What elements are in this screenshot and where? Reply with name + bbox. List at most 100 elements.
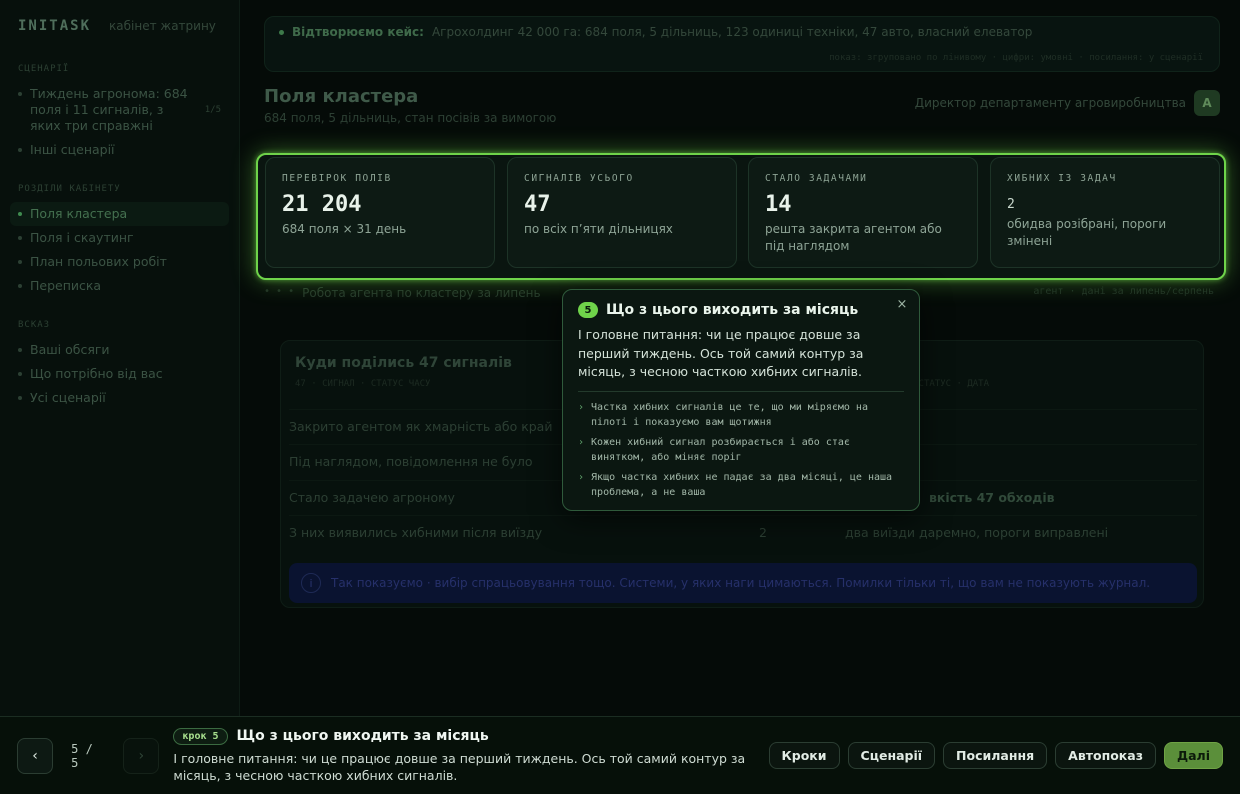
sidebar-item-label: Усі сценарії (30, 390, 106, 405)
bullet-icon (18, 348, 22, 352)
bullet-icon (18, 92, 22, 96)
banner-meta: показ: згруповано по лінивому · цифри: у… (829, 53, 1203, 63)
stat-label: Стало задачами (765, 173, 868, 184)
sidebar-item-count: 1/5 (204, 105, 221, 115)
run-meta: агент · дані за липень/серпень (1033, 286, 1214, 297)
page-header: Поля кластера 684 поля, 5 дільниць, стан… (264, 86, 1220, 125)
stat-value: 21 204 (282, 192, 362, 217)
stat-label: Хибних із задач (1007, 173, 1117, 184)
close-icon[interactable]: × (894, 297, 910, 313)
scenarios-button[interactable]: Сценарії (847, 742, 936, 769)
banner-text: Агрохолдинг 42 000 га: 684 поля, 5 дільн… (431, 25, 1033, 39)
stat-card-became-tasks: Стало задачами 14 решта закрита агентом … (748, 157, 978, 268)
sidebar-section-title: СЦЕНАРІЇ (18, 64, 70, 74)
brand-subtitle: кабінет жатрину (109, 19, 216, 33)
sidebar-item-label: Що потрібно від вас (30, 366, 163, 381)
sidebar-item-correspondence[interactable]: Переписка (10, 274, 229, 298)
run-title: Робота агента по кластеру за липень (302, 286, 541, 300)
chevron-right-icon: › (578, 401, 585, 413)
divider (578, 390, 904, 392)
popover-bullet: › Частка хибних сигналів це те, що ми мі… (578, 400, 904, 430)
bullet-icon (18, 236, 22, 240)
sidebar-item-other-scenarios[interactable]: Інші сценарії (10, 138, 229, 162)
autoplay-button[interactable]: Автопоказ (1055, 742, 1156, 769)
row-note: два виїзди даремно, пороги виправлені (845, 525, 1109, 540)
page-subtitle: 684 поля, 5 дільниць, стан посівів за ви… (264, 111, 557, 125)
bullet-icon (18, 260, 22, 264)
user-menu[interactable]: Директор департаменту агровиробництва А (915, 90, 1220, 116)
user-role: Директор департаменту агровиробництва (914, 96, 1186, 110)
popover-title: Що з цього виходить за місяць (606, 302, 859, 318)
sidebar-item-label: Поля і скаутинг (30, 230, 134, 245)
info-notice: i Так показуємо · вибір спрацьовування т… (289, 563, 1197, 603)
tour-bar: ‹ 5 / 5 › крок 5 Що з цього виходить за … (0, 716, 1240, 794)
sidebar-item-label: Інші сценарії (30, 142, 115, 157)
page-title: Поля кластера (264, 86, 419, 107)
bullet-icon (18, 396, 22, 400)
bullet-icon (18, 372, 22, 376)
bullet-icon (18, 148, 22, 152)
avatar[interactable]: А (1194, 90, 1220, 116)
steps-button[interactable]: Кроки (768, 742, 840, 769)
links-button[interactable]: Посилання (943, 742, 1048, 769)
panel-subhead-left: 47 · СИГНАЛ · СТАТУС ЧАСУ (295, 379, 431, 389)
sidebar-item-label: План польових робіт (30, 254, 167, 269)
stat-description: 684 поля × 31 день (282, 222, 407, 236)
popover-bullet: › Якщо частка хибних не падає за два міс… (578, 470, 904, 500)
stat-label: Сигналів усього (524, 173, 634, 184)
tour-popover: 5 Що з цього виходить за місяць × І голо… (562, 289, 920, 511)
sidebar-item-needs[interactable]: Що потрібно від вас (10, 362, 229, 386)
stat-card-signals-total: Сигналів усього 47 по всіх п’яти дільниц… (507, 157, 737, 268)
brand-logo[interactable]: INITASK (18, 18, 91, 34)
step-number-badge: 5 (578, 302, 598, 318)
bullet-text: Якщо частка хибних не падає за два місяц… (591, 471, 893, 498)
sidebar-item-field-plan[interactable]: План польових робіт (10, 250, 229, 274)
banner-label: Відтворюємо кейс: (292, 25, 424, 39)
stat-label: Перевірок полів (282, 173, 392, 184)
prev-step-button[interactable]: ‹ (17, 737, 54, 774)
sidebar: INITASK кабінет жатрину СЦЕНАРІЇ Тиждень… (0, 0, 240, 716)
sidebar-item-label: Переписка (30, 278, 102, 293)
stat-value: 2 (1007, 197, 1015, 212)
sidebar-section-title: ВСКАЗ (18, 320, 51, 330)
run-dots: • • • (264, 286, 295, 297)
next-step-arrow-button[interactable]: › (123, 737, 160, 774)
popover-bullet: › Кожен хибний сигнал розбирається і або… (578, 435, 904, 465)
chevron-right-icon: › (578, 471, 585, 483)
chevron-right-icon: › (578, 436, 585, 448)
sidebar-item-volumes[interactable]: Ваші обсяги (10, 338, 229, 362)
bullet-text: Частка хибних сигналів це те, що ми міря… (591, 401, 868, 428)
row-count: 2 (759, 525, 767, 540)
step-counter: 5 / 5 (71, 741, 93, 770)
sidebar-item-label: Тиждень агронома: 684 поля і 11 сигналів… (30, 86, 188, 133)
sidebar-item-fields-scouting[interactable]: Поля і скаутинг (10, 226, 229, 250)
sidebar-item-label: Поля кластера (30, 206, 128, 221)
stat-description: по всіх п’яти дільницях (524, 222, 673, 236)
stats-highlight: Перевірок полів 21 204 684 поля × 31 ден… (256, 153, 1226, 280)
next-button[interactable]: Далі (1163, 742, 1223, 769)
stat-value: 14 (765, 192, 792, 217)
sidebar-item-scenario-week[interactable]: Тиждень агронома: 684 поля і 11 сигналів… (10, 82, 229, 138)
status-dot-icon (279, 29, 284, 35)
stat-value: 47 (524, 192, 551, 217)
panel-subhead-right: СТАТУС · ДАТА (918, 379, 989, 389)
sidebar-item-cluster-fields[interactable]: Поля кластера (10, 202, 229, 226)
step-pill: крок 5 (173, 727, 228, 745)
stat-card-false-tasks: Хибних із задач 2 обидва розібрані, поро… (990, 157, 1220, 268)
stat-description: решта закрита агентом або під наглядом (765, 222, 942, 253)
bullet-text: Кожен хибний сигнал розбирається і або с… (591, 436, 850, 463)
bullet-icon (18, 284, 22, 288)
tour-info: крок 5 Що з цього виходить за місяць І г… (173, 727, 768, 784)
row-name: З них виявились хибними після виїзду (289, 525, 543, 540)
sidebar-section-title: РОЗДІЛИ КАБІНЕТУ (18, 184, 121, 194)
tour-title: Що з цього виходить за місяць (236, 728, 489, 744)
stat-card-field-checks: Перевірок полів 21 204 684 поля × 31 ден… (265, 157, 495, 268)
stat-description: обидва розібрані, пороги змінені (1007, 217, 1167, 248)
table-row[interactable]: З них виявились хибними після виїзду 2 д… (289, 515, 1197, 549)
bullet-icon (18, 212, 22, 216)
case-banner: Відтворюємо кейс: Агрохолдинг 42 000 га:… (264, 16, 1220, 72)
sidebar-item-label: Ваші обсяги (30, 342, 110, 357)
notice-text: Так показуємо · вибір спрацьовування тощ… (331, 576, 1151, 590)
tour-text: І головне питання: чи це працює довше за… (173, 750, 746, 783)
sidebar-item-all-scenarios[interactable]: Усі сценарії (10, 386, 229, 410)
